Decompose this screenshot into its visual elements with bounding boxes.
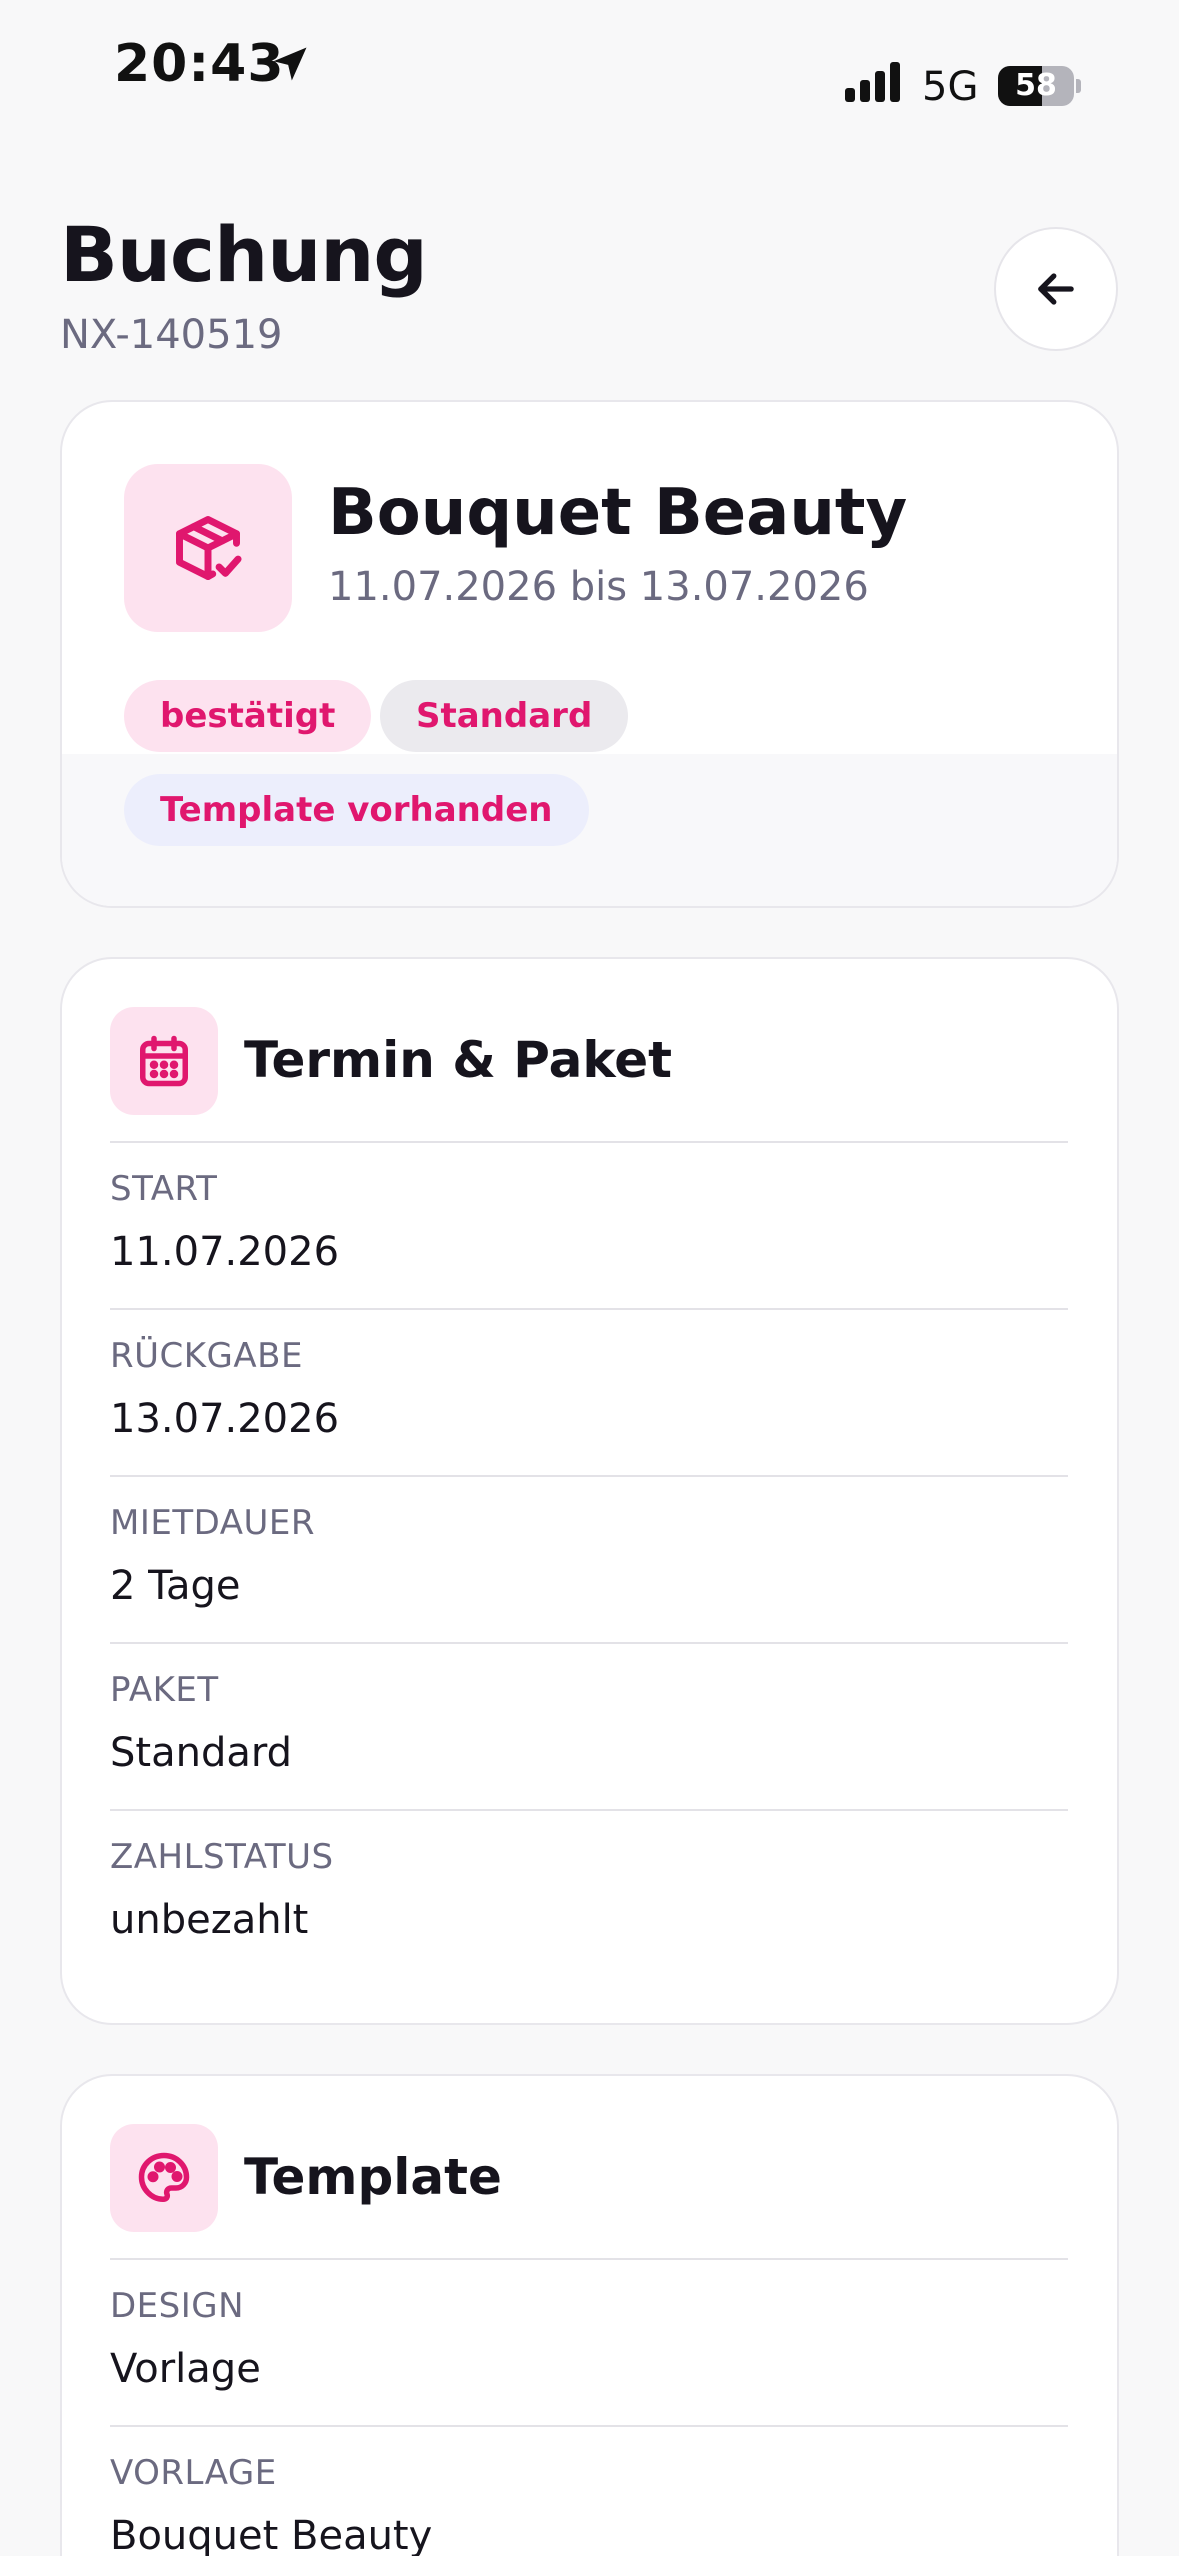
divider [110,2258,1068,2260]
divider [110,2425,1068,2427]
arrow-left-icon [1038,273,1074,305]
termin-paket-card: Termin & Paket START 11.07.2026 RÜCKGABE… [60,957,1119,2025]
template-badge: Template vorhanden [124,774,589,846]
package-label: PAKET [110,1670,219,1710]
start-label: START [110,1169,218,1209]
divider [110,1141,1068,1143]
status-badge: bestätigt [124,680,372,752]
template-name-label: VORLAGE [110,2453,277,2493]
battery-body: 58 [998,66,1074,106]
cellular-signal-icon [845,62,900,102]
status-bar: 20:43 5G 58 [0,0,1179,130]
payment-status-label: ZAHLSTATUS [110,1837,334,1877]
template-name-value: Bouquet Beauty [110,2513,433,2556]
template-card: Template DESIGN Vorlage VORLAGE Bouquet … [60,2074,1119,2556]
section-icon-box [110,1007,218,1115]
section-icon-box [110,2124,218,2232]
package-check-icon [176,516,242,580]
status-time: 20:43 [114,34,285,94]
calendar-icon [140,1035,188,1087]
booking-date-range: 11.07.2026 bis 13.07.2026 [328,564,869,610]
section-title: Template [244,2148,502,2206]
rental-duration-label: MIETDAUER [110,1503,315,1543]
section-title: Termin & Paket [244,1031,673,1089]
palette-icon [138,2152,190,2202]
package-value: Standard [110,1730,292,1776]
product-icon-box [124,464,292,632]
start-value: 11.07.2026 [110,1229,340,1275]
divider [110,1475,1068,1477]
network-type: 5G [922,64,979,110]
design-label: DESIGN [110,2286,245,2326]
back-button[interactable] [994,227,1118,351]
design-value: Vorlage [110,2346,261,2392]
page-title: Buchung [60,210,428,299]
product-name: Bouquet Beauty [328,476,908,550]
payment-status-value: unbezahlt [110,1897,309,1943]
divider [110,1308,1068,1310]
battery-indicator: 58 [998,66,1081,106]
location-arrow-icon [273,47,307,81]
battery-cap [1076,79,1081,93]
return-label: RÜCKGABE [110,1336,303,1376]
battery-level: 58 [1015,68,1057,103]
rental-duration-value: 2 Tage [110,1563,241,1609]
booking-summary-card: Bouquet Beauty 11.07.2026 bis 13.07.2026… [60,400,1119,908]
divider [110,1809,1068,1811]
package-badge: Standard [380,680,629,752]
return-value: 13.07.2026 [110,1396,340,1442]
booking-detail-screen: 20:43 5G 58 Buchung NX-140519 Bouquet Be… [0,0,1179,2556]
divider [110,1642,1068,1644]
booking-id: NX-140519 [60,312,283,358]
